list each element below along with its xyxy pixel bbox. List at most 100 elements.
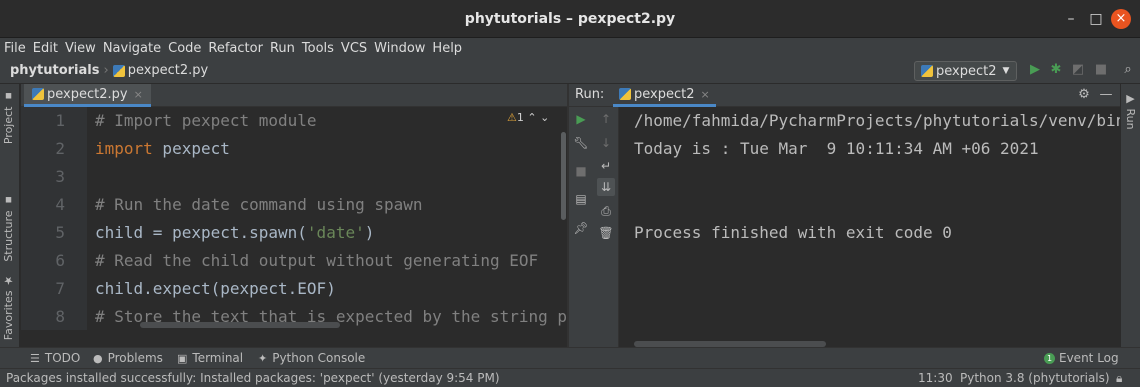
scroll-to-end-icon[interactable]: ⇊ <box>597 178 615 196</box>
todo-tool-button[interactable]: ☰ TODO <box>30 351 80 365</box>
line-number: 1 <box>55 111 65 130</box>
code-text: child = pexpect.spawn( <box>95 223 307 242</box>
run-toolbar: ▶ 🔧︎ ■ ▤ 📌︎ <box>569 107 593 347</box>
minimize-button[interactable]: – <box>1061 9 1081 29</box>
soft-wrap-icon[interactable]: ↵ <box>597 157 615 175</box>
debug-icon[interactable]: ✱ <box>1048 62 1064 78</box>
chevron-down-icon[interactable]: ⌄ <box>540 111 549 124</box>
console-toolbar: ↑ ↓ ↵ ⇊ ⎙ 🗑︎ <box>593 107 619 347</box>
list-icon: ☰ <box>30 351 40 365</box>
status-bar: Packages installed successfully: Install… <box>0 368 1140 387</box>
breadcrumb-file[interactable]: pexpect2.py <box>128 63 209 78</box>
console-line: Today is : Tue Mar 9 10:11:34 AM +06 202… <box>634 139 1039 158</box>
menu-refactor[interactable]: Refactor <box>208 41 263 56</box>
coverage-icon[interactable]: ◩ <box>1070 62 1086 78</box>
stop-icon[interactable]: ■ <box>1093 62 1109 78</box>
cursor-position[interactable]: 11:30 <box>918 371 953 385</box>
editor-horizontal-scrollbar[interactable] <box>140 322 340 328</box>
structure-tab-label: Structure <box>2 210 15 262</box>
code-keyword: import <box>95 139 153 158</box>
code-comment: # Import pexpect module <box>95 111 317 130</box>
arrow-up-icon[interactable]: ↑ <box>597 110 615 128</box>
breadcrumb: phytutorials › pexpect2.py <box>10 63 208 78</box>
gear-icon[interactable]: ⚙ <box>1076 87 1092 103</box>
line-number: 6 <box>55 251 65 270</box>
line-number: 2 <box>55 139 65 158</box>
title-bar: phytutorials – pexpect2.py – □ × <box>0 0 1140 38</box>
editor-vertical-scrollbar[interactable] <box>561 132 566 220</box>
close-tab-icon[interactable]: × <box>700 88 709 101</box>
pin-icon[interactable]: 📌︎ <box>572 219 590 237</box>
breadcrumb-project[interactable]: phytutorials <box>10 63 99 78</box>
stop-icon[interactable]: ■ <box>572 162 590 180</box>
favorites-tab-label: Favorites <box>2 290 15 341</box>
arrow-down-icon[interactable]: ↓ <box>597 134 615 152</box>
layout-icon[interactable]: ▤ <box>572 190 590 208</box>
chevron-down-icon: ▼ <box>1002 66 1010 76</box>
warning-count: 1 <box>516 111 524 124</box>
right-tool-strip: ▶ Run <box>1120 84 1140 347</box>
problems-tool-button[interactable]: ● Problems <box>93 351 163 365</box>
menu-tools[interactable]: Tools <box>302 41 334 56</box>
event-log-tool-button[interactable]: 1 Event Log <box>1044 351 1119 365</box>
run-panel-label: Run: <box>575 87 605 102</box>
python-file-icon <box>112 64 125 77</box>
chevron-right-icon: › <box>103 63 109 78</box>
hide-panel-icon[interactable]: — <box>1098 87 1114 103</box>
inspection-widget[interactable]: ⚠1 ⌃ ⌄ <box>507 111 549 124</box>
problems-label: Problems <box>107 351 163 365</box>
trash-icon[interactable]: 🗑︎ <box>597 224 615 242</box>
code-comment: # Read the child output without generati… <box>95 251 539 270</box>
left-tool-strip: Project ▪ Structure ▪ Favorites ★ <box>0 84 20 347</box>
close-tab-icon[interactable]: × <box>134 88 143 101</box>
code-line: # Read the child output without generati… <box>95 251 538 270</box>
print-icon[interactable]: ⎙ <box>597 202 615 220</box>
python-interpreter[interactable]: Python 3.8 (phytutorials) <box>960 371 1110 385</box>
favorites-tool-tab[interactable]: Favorites ★ <box>2 274 15 340</box>
menu-help[interactable]: Help <box>432 41 462 56</box>
run-console[interactable]: /home/fahmida/PycharmProjects/phytutoria… <box>620 107 1120 347</box>
rerun-icon[interactable]: ▶ <box>572 110 590 128</box>
run-tool-tab[interactable]: ▶ Run <box>1124 92 1137 130</box>
line-number-gutter: 1 2 3 4 5 6 7 8 <box>21 107 87 330</box>
python-console-tool-button[interactable]: ✦ Python Console <box>258 351 365 365</box>
code-editor[interactable]: # Import pexpect module import pexpect #… <box>87 107 567 330</box>
line-number: 8 <box>55 307 65 326</box>
project-tool-tab[interactable]: Project ▪ <box>2 90 15 144</box>
menu-file[interactable]: File <box>4 41 26 56</box>
navigation-bar: phytutorials › pexpect2.py pexpect2 ▼ ▶ … <box>0 58 1140 84</box>
line-number: 7 <box>55 279 65 298</box>
menu-view[interactable]: View <box>65 41 96 56</box>
menu-vcs[interactable]: VCS <box>341 41 367 56</box>
chevron-up-icon[interactable]: ⌃ <box>527 111 536 124</box>
python-file-icon <box>921 65 933 77</box>
line-number: 3 <box>55 167 65 186</box>
search-icon[interactable]: ⌕ <box>1120 62 1136 78</box>
code-string: 'date' <box>306 223 365 242</box>
run-configuration-select[interactable]: pexpect2 ▼ <box>914 61 1017 81</box>
menu-navigate[interactable]: Navigate <box>103 41 161 56</box>
event-log-label: Event Log <box>1059 351 1119 365</box>
run-tab-pexpect2[interactable]: pexpect2 × <box>613 84 716 107</box>
project-tab-label: Project <box>2 106 15 145</box>
event-log-icon: 1 <box>1044 352 1055 364</box>
menu-run[interactable]: Run <box>270 41 295 56</box>
python-file-icon <box>32 88 44 100</box>
python-console-label: Python Console <box>272 351 366 365</box>
terminal-tool-button[interactable]: ▣ Terminal <box>177 351 243 365</box>
code-line: import pexpect <box>95 139 230 158</box>
info-icon: ● <box>93 351 103 365</box>
terminal-label: Terminal <box>192 351 244 365</box>
terminal-icon: ▣ <box>177 351 188 365</box>
menu-window[interactable]: Window <box>374 41 425 56</box>
structure-tool-tab[interactable]: Structure ▪ <box>2 194 15 262</box>
wrench-icon[interactable]: 🔧︎ <box>572 134 590 152</box>
menu-code[interactable]: Code <box>168 41 201 56</box>
run-icon[interactable]: ▶ <box>1027 62 1043 78</box>
maximize-button[interactable]: □ <box>1086 9 1106 29</box>
close-button[interactable]: × <box>1111 9 1131 29</box>
menu-edit[interactable]: Edit <box>33 41 58 56</box>
status-message[interactable]: Packages installed successfully: Install… <box>6 371 500 385</box>
editor-tab-pexpect2[interactable]: pexpect2.py × <box>24 84 151 107</box>
lock-icon[interactable]: 🔒︎ <box>1116 371 1122 386</box>
